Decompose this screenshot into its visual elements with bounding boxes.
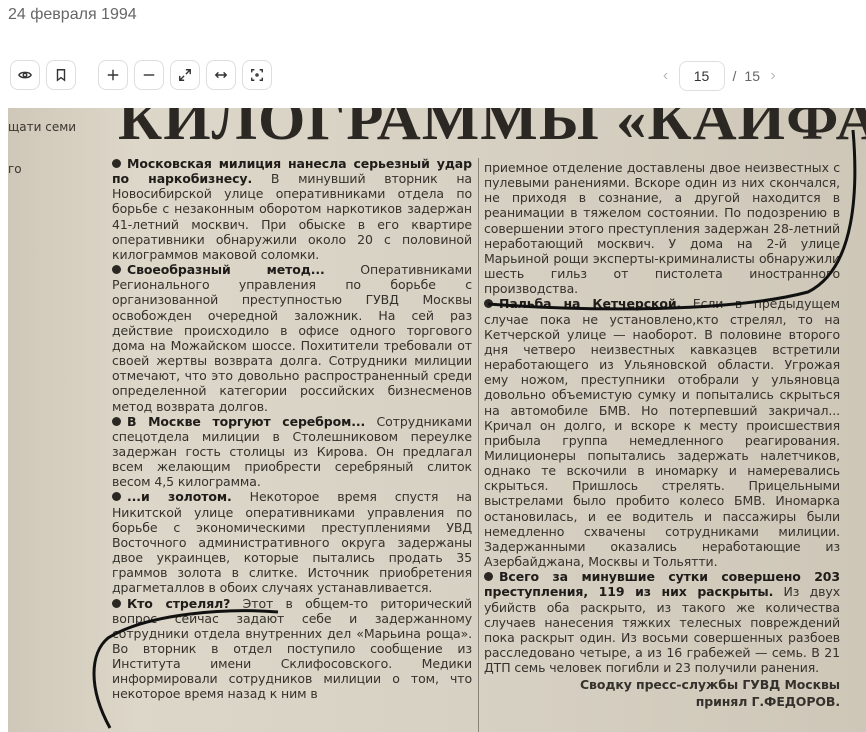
bullet-icon [484, 299, 493, 309]
article-column-left: Московская милиция нанесла серьезный уда… [112, 156, 472, 702]
bullet-icon [484, 572, 493, 582]
viewer-toolbar: ‹ / 15 › [0, 58, 866, 94]
news-item-text: Этот в общем-то риторический вопрос сейч… [112, 595, 472, 702]
signature-line: Сводку пресс-службы ГУВД Москвы [579, 677, 840, 693]
news-item: Пальба на Кетчерской. Если в предыдущем … [484, 296, 840, 569]
news-item: приемное отделение доставлены двое неизв… [484, 160, 840, 296]
next-page-icon[interactable]: › [768, 67, 778, 85]
bullet-icon [112, 159, 121, 168]
news-item-text: Некоторое время спустя на Никитской улиц… [112, 489, 472, 596]
fit-page-icon [251, 69, 263, 81]
fit-width-icon [214, 71, 228, 79]
news-item: Всего за минувшие сутки совершено 203 пр… [484, 569, 840, 675]
bullet-icon [112, 598, 121, 608]
bullet-icon [112, 265, 121, 275]
newspaper-scan: КИЛОГРАММЫ «КАЙФА» щати семи го Московск… [8, 108, 866, 732]
news-item: Кто стрелял? Этот в общем-то риторически… [112, 596, 472, 702]
fullscreen-button[interactable] [170, 60, 200, 90]
eye-icon [18, 71, 32, 79]
page-pager: ‹ / 15 › [661, 60, 778, 92]
margin-line: го [8, 162, 22, 176]
news-item: Московская милиция нанесла серьезный уда… [112, 156, 472, 262]
zoom-out-button[interactable] [134, 60, 164, 90]
news-item-text: Если в предыдущем случае пока не установ… [484, 296, 840, 570]
view-button[interactable] [10, 60, 40, 90]
expand-icon [179, 69, 191, 81]
minus-icon [143, 74, 155, 76]
news-item-text: Оперативниками Регионального управления … [112, 262, 473, 414]
signature-line: принял Г.ФЕДОРОВ. [695, 694, 840, 710]
zoom-in-button[interactable] [98, 60, 128, 90]
news-item-lead: В Москве торгуют серебром... [127, 413, 366, 429]
news-item: В Москве торгуют серебром... Сотрудникам… [112, 414, 472, 490]
bookmark-icon [56, 69, 66, 82]
fit-width-button[interactable] [206, 60, 236, 90]
bookmark-button[interactable] [46, 60, 76, 90]
left-margin-text: щати семи го [8, 120, 76, 204]
fit-page-button[interactable] [242, 60, 272, 90]
news-item-lead: ...и золотом. [127, 489, 232, 505]
page-date: 24 февраля 1994 [8, 6, 137, 23]
news-item: Своеобразный метод... Оперативниками Рег… [112, 262, 472, 414]
margin-line: щати семи [8, 120, 77, 134]
page-separator: / [732, 68, 737, 84]
news-item-lead: Кто стрелял? [127, 595, 231, 611]
bullet-icon [112, 416, 121, 426]
page-total: 15 [744, 68, 760, 84]
article-headline: КИЛОГРАММЫ «КАЙФА» [118, 108, 866, 152]
news-item-lead: Пальба на Кетчерской. [499, 296, 682, 312]
article-column-right: приемное отделение доставлены двое неизв… [484, 160, 840, 710]
bullet-icon [112, 492, 121, 502]
prev-page-icon[interactable]: ‹ [661, 67, 671, 85]
column-divider [478, 158, 479, 732]
plus-icon [107, 69, 119, 81]
page-number-input[interactable] [678, 61, 725, 91]
news-item-lead: Своеобразный метод... [127, 262, 325, 278]
news-item: ...и золотом. Некоторое время спустя на … [112, 489, 472, 595]
news-item-text: приемное отделение доставлены двое неизв… [484, 160, 840, 297]
